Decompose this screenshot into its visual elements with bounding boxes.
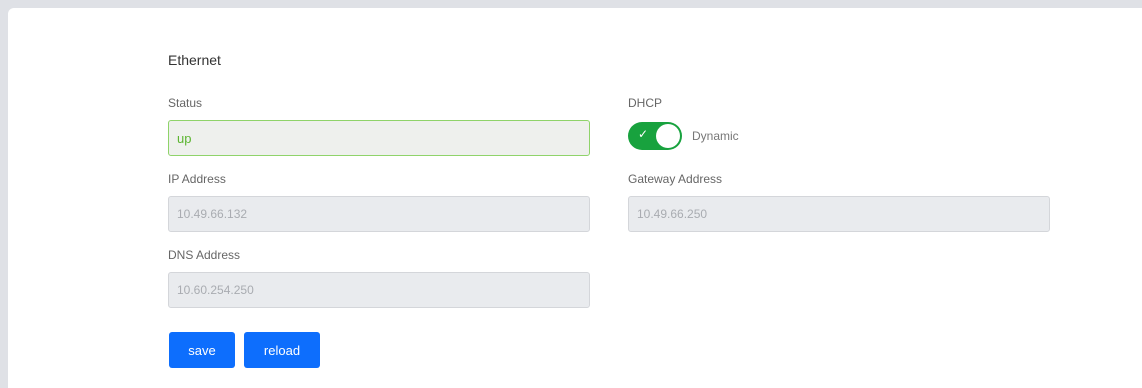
- save-button[interactable]: save: [169, 332, 235, 368]
- dns-address-field[interactable]: [168, 272, 590, 308]
- section-title: Ethernet: [168, 52, 221, 68]
- dhcp-mode-label: Dynamic: [692, 129, 739, 143]
- dhcp-label: DHCP: [628, 96, 663, 110]
- ip-address-label: IP Address: [168, 172, 226, 186]
- gateway-address-field[interactable]: [628, 196, 1050, 232]
- status-label: Status: [168, 96, 203, 110]
- ip-address-field[interactable]: [168, 196, 590, 232]
- status-field[interactable]: [168, 120, 590, 156]
- gateway-address-label: Gateway Address: [628, 172, 723, 186]
- dns-address-label: DNS Address: [168, 248, 241, 262]
- dhcp-toggle[interactable]: ✓: [628, 122, 682, 150]
- ethernet-settings-panel: Ethernet Status DHCP ✓ Dynamic IP Addres…: [8, 8, 1142, 388]
- toggle-knob: [656, 124, 680, 148]
- check-icon: ✓: [638, 127, 649, 141]
- reload-button[interactable]: reload: [244, 332, 320, 368]
